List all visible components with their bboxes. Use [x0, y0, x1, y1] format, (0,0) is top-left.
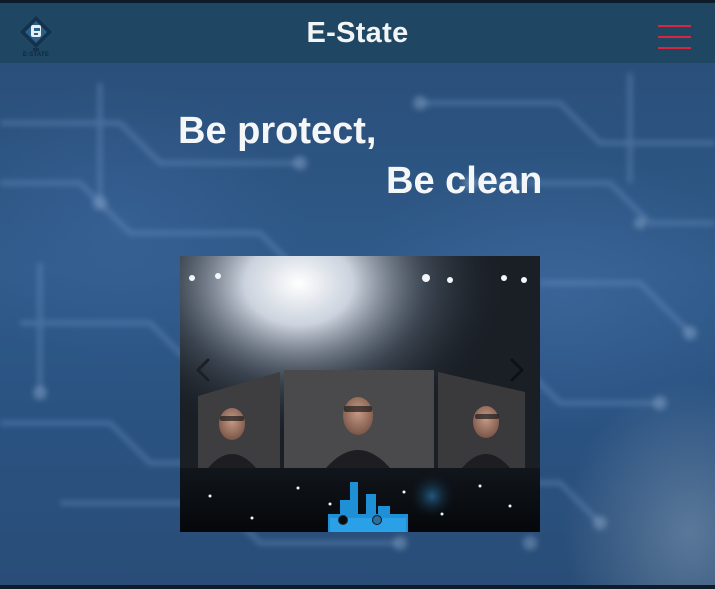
- hero-line-1: Be protect,: [178, 110, 377, 152]
- estate-logo-icon: [20, 16, 52, 51]
- app-title: E-State: [306, 16, 409, 49]
- estate-logo[interactable]: E-STATE: [18, 14, 54, 60]
- hero-line-2: Be clean: [386, 160, 543, 202]
- image-carousel[interactable]: [180, 256, 540, 532]
- carousel-slide-image: [180, 256, 540, 532]
- bottom-border: [0, 585, 715, 589]
- carousel-indicators: [335, 514, 385, 526]
- carousel-dot-2[interactable]: [372, 515, 382, 525]
- chevron-left-icon[interactable]: [188, 356, 218, 384]
- carousel-dot-1[interactable]: [338, 515, 348, 525]
- logo-text: E-STATE: [22, 52, 50, 58]
- chevron-right-icon[interactable]: [502, 356, 532, 384]
- hamburger-menu-icon[interactable]: [658, 23, 691, 51]
- app-header: E-STATE E-State: [0, 3, 715, 63]
